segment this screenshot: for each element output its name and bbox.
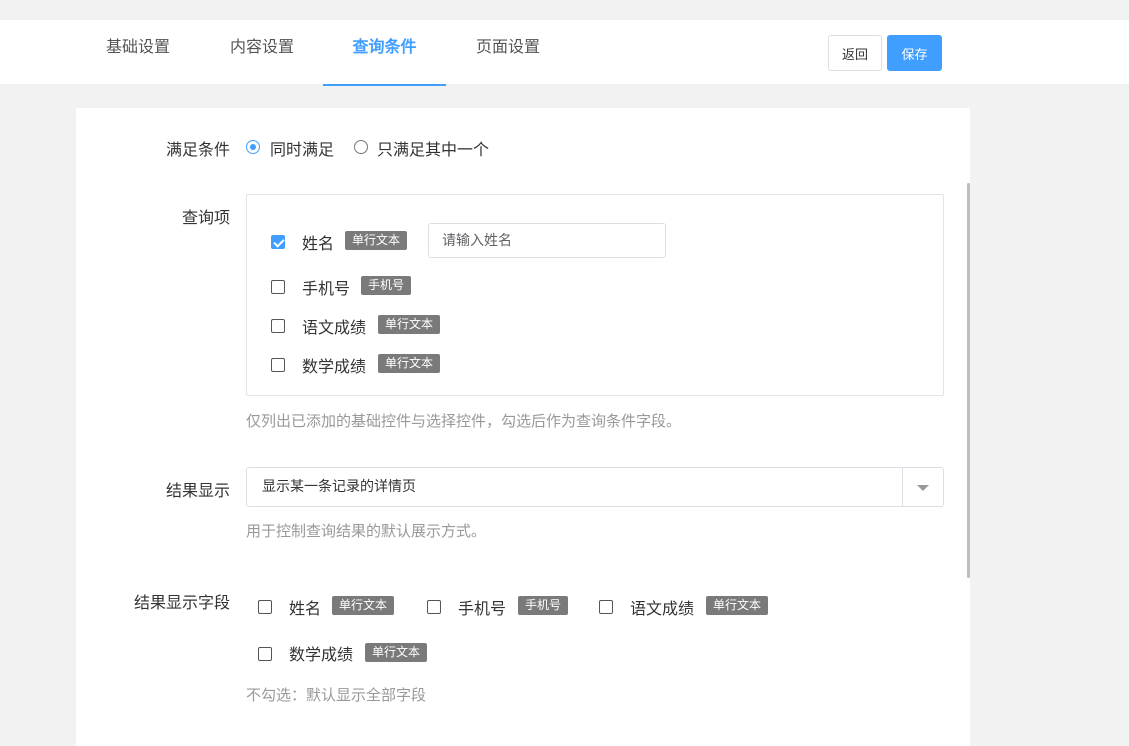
field-type-tag: 单行文本 — [365, 643, 428, 662]
query-item-checkbox-chinese[interactable] — [271, 319, 285, 333]
tab-label: 查询条件 — [352, 37, 417, 56]
save-button[interactable]: 保存 — [887, 35, 942, 71]
result-field-checkbox-phone[interactable] — [427, 600, 441, 614]
tab-label: 内容设置 — [229, 37, 294, 56]
condition-label: 满足条件 — [165, 140, 230, 159]
tab-page-settings[interactable]: 页面设置 — [460, 20, 556, 84]
query-item-label: 姓名 — [302, 234, 335, 253]
result-display-label: 结果显示 — [165, 481, 230, 500]
field-type-tag: 单行文本 — [378, 354, 441, 373]
field-type-tag: 单行文本 — [345, 231, 408, 250]
radio-all-conditions[interactable] — [246, 140, 260, 154]
query-item-label: 手机号 — [302, 279, 351, 298]
select-divider — [902, 468, 903, 506]
query-item-checkbox-name[interactable] — [271, 235, 285, 249]
name-query-input[interactable] — [428, 223, 666, 258]
field-type-tag: 单行文本 — [378, 315, 441, 334]
radio-any-label: 只满足其中一个 — [377, 140, 490, 159]
select-value: 显示某一条记录的详情页 — [262, 479, 416, 495]
chevron-down-icon[interactable] — [917, 485, 929, 491]
query-items-label: 查询项 — [181, 208, 230, 227]
field-type-tag: 手机号 — [361, 276, 412, 295]
active-tab-underline — [323, 84, 446, 86]
result-field-label: 姓名 — [289, 599, 322, 618]
result-field-checkbox-math[interactable] — [258, 647, 272, 661]
result-display-select[interactable]: 显示某一条记录的详情页 — [246, 467, 944, 507]
result-field-label: 数学成绩 — [289, 645, 354, 664]
query-item-checkbox-phone[interactable] — [271, 280, 285, 294]
radio-all-label: 同时满足 — [270, 140, 335, 159]
tab-label: 页面设置 — [475, 37, 540, 56]
field-type-tag: 单行文本 — [706, 596, 769, 615]
tab-content-settings[interactable]: 内容设置 — [214, 20, 310, 84]
query-item-label: 语文成绩 — [302, 318, 367, 337]
result-fields-label: 结果显示字段 — [133, 593, 230, 612]
result-fields-hint: 不勾选：默认显示全部字段 — [246, 686, 427, 704]
result-display-hint: 用于控制查询结果的默认展示方式。 — [246, 522, 487, 540]
field-type-tag: 单行文本 — [332, 596, 395, 615]
tab-basic-settings[interactable]: 基础设置 — [90, 20, 186, 84]
tab-label: 基础设置 — [105, 37, 170, 56]
top-strip — [0, 0, 1129, 20]
scrollbar[interactable] — [967, 183, 970, 578]
query-item-label: 数学成绩 — [302, 357, 367, 376]
query-items-hint: 仅列出已添加的基础控件与选择控件，勾选后作为查询条件字段。 — [246, 412, 682, 430]
result-field-checkbox-chinese[interactable] — [599, 600, 613, 614]
back-button[interactable]: 返回 — [828, 35, 882, 71]
radio-any-condition[interactable] — [354, 140, 368, 154]
result-field-label: 手机号 — [458, 599, 507, 618]
query-item-checkbox-math[interactable] — [271, 358, 285, 372]
field-type-tag: 手机号 — [518, 596, 569, 615]
result-field-label: 语文成绩 — [630, 599, 695, 618]
header-bar: 基础设置 内容设置 查询条件 页面设置 返回 保存 — [0, 20, 1129, 86]
tab-query-conditions[interactable]: 查询条件 — [323, 20, 446, 86]
result-field-checkbox-name[interactable] — [258, 600, 272, 614]
